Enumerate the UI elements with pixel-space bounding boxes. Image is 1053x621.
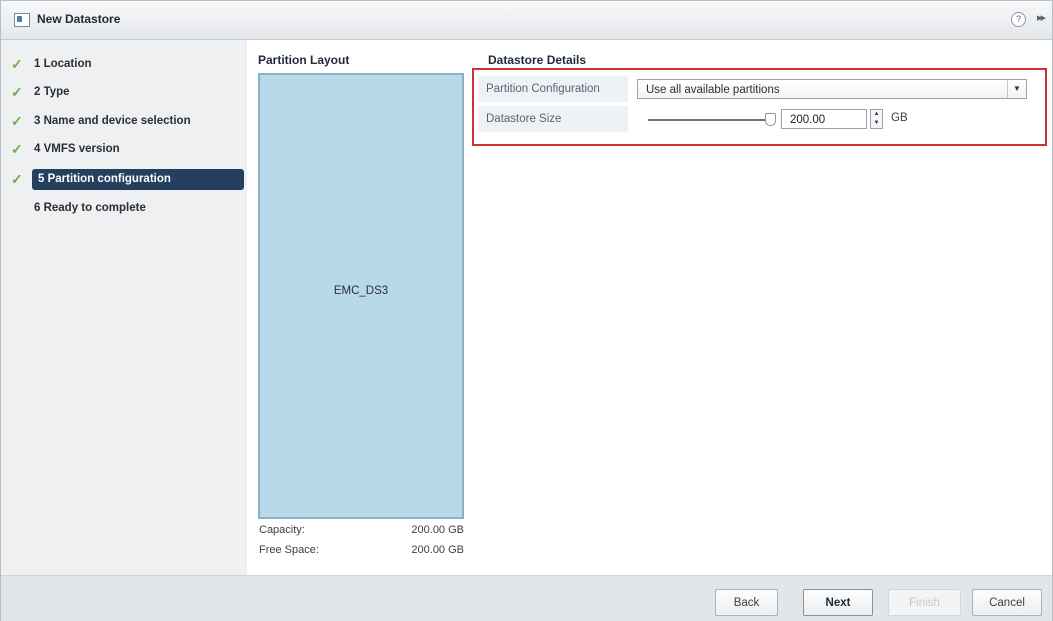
partition-block[interactable]: EMC_DS3 [258,73,464,519]
datastore-size-stepper[interactable]: ▲ ▼ [870,109,883,129]
step-label: 3 Name and device selection [34,115,191,127]
size-unit: GB [891,112,908,124]
datastore-icon [14,13,30,27]
new-datastore-dialog: New Datastore ? ▸▸ ✓ 1 Location ✓ 2 Type… [0,0,1053,621]
dialog-title: New Datastore [37,12,121,26]
free-space-label: Free Space: [259,544,319,556]
check-icon: ✓ [11,56,23,72]
step-label: 4 VMFS version [34,143,120,155]
stepper-down-icon[interactable]: ▼ [871,119,882,128]
wizard-content: Partition Layout EMC_DS3 Capacity: 200.0… [247,40,1052,575]
slider-thumb[interactable] [765,113,776,126]
step-label: 5 Partition configuration [32,169,244,190]
capacity-label: Capacity: [259,524,305,536]
wizard-steps: ✓ 1 Location ✓ 2 Type ✓ 3 Name and devic… [1,40,247,575]
check-icon: ✓ [11,84,23,100]
dialog-footer: Back Next Finish Cancel [1,575,1052,621]
title-bar: New Datastore ? ▸▸ [1,1,1052,40]
finish-button[interactable]: Finish [888,589,961,616]
datastore-size-input[interactable]: 200.00 [781,109,867,129]
datastore-size-slider[interactable] [648,119,766,121]
step-name-and-device-selection[interactable]: ✓ 3 Name and device selection [7,111,243,133]
stepper-up-icon[interactable]: ▲ [871,110,882,119]
cancel-button[interactable]: Cancel [972,589,1042,616]
step-ready-to-complete[interactable]: 6 Ready to complete [7,198,243,220]
free-space-value: 200.00 GB [411,544,464,556]
datastore-details-title: Datastore Details [488,53,587,67]
step-partition-configuration[interactable]: ✓ 5 Partition configuration [7,169,244,191]
capacity-row: Capacity: 200.00 GB [259,524,464,536]
step-label: 2 Type [34,86,70,98]
check-icon: ✓ [11,141,23,157]
partition-configuration-value: Use all available partitions [646,84,780,96]
check-icon: ✓ [11,113,23,129]
partition-configuration-label: Partition Configuration [478,76,628,102]
check-icon: ✓ [11,171,23,187]
expand-icon[interactable]: ▸▸ [1037,11,1046,24]
dropdown-arrow-icon[interactable]: ▼ [1007,80,1026,98]
partition-configuration-row: Partition Configuration Use all availabl… [478,76,1041,102]
next-button[interactable]: Next [803,589,873,616]
step-type[interactable]: ✓ 2 Type [7,82,243,104]
partition-configuration-select[interactable]: Use all available partitions ▼ [637,79,1027,99]
free-space-row: Free Space: 200.00 GB [259,544,464,556]
partition-layout-title: Partition Layout [258,53,350,67]
partition-name: EMC_DS3 [333,285,389,297]
step-location[interactable]: ✓ 1 Location [7,54,243,76]
capacity-value: 200.00 GB [411,524,464,536]
step-label: 6 Ready to complete [34,202,146,214]
datastore-size-row: Datastore Size 200.00 ▲ ▼ GB [478,106,1041,132]
datastore-size-label: Datastore Size [478,106,628,132]
datastore-details-panel: Partition Configuration Use all availabl… [472,68,1047,146]
step-label: 1 Location [34,58,92,70]
help-icon[interactable]: ? [1011,12,1026,27]
step-vmfs-version[interactable]: ✓ 4 VMFS version [7,139,243,161]
back-button[interactable]: Back [715,589,778,616]
